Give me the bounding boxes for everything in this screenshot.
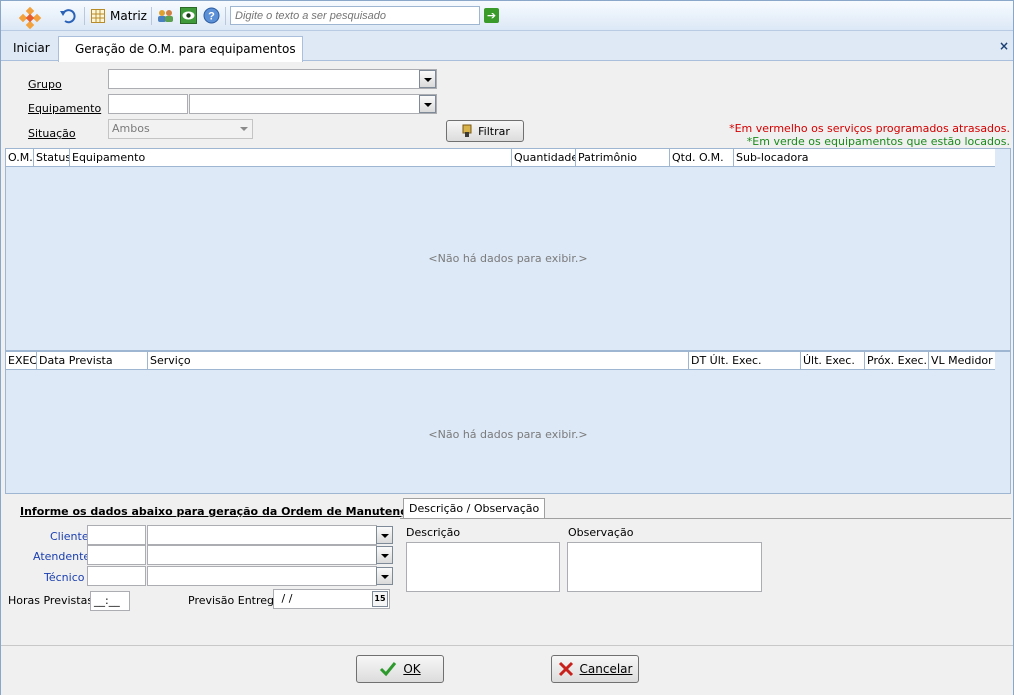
rented-equipment-note: *Em verde os equipamentos que estão loca… (746, 135, 1010, 148)
col-ult-exec[interactable]: Últ. Exec. (801, 352, 865, 370)
col-equipamento[interactable]: Equipamento (70, 149, 512, 167)
calendar-icon[interactable]: 15 (372, 591, 388, 607)
filtrar-label: Filtrar (478, 124, 510, 138)
services-grid-header: EXEC Data Prevista Serviço DT Últ. Exec.… (6, 352, 995, 370)
om-form-panel: Informe os dados abaixo para geração da … (4, 494, 1012, 646)
check-icon (380, 662, 397, 677)
late-services-note: *Em vermelho os serviços programados atr… (729, 122, 1010, 135)
ok-label: OK (403, 662, 421, 676)
observacao-textarea[interactable] (567, 542, 762, 592)
x-icon (558, 661, 573, 677)
grid-icon (91, 9, 105, 23)
tab-geracao-om[interactable]: Geração de O.M. para equipamentos (58, 36, 303, 62)
matriz-button[interactable]: Matriz (91, 6, 147, 26)
cancel-button[interactable]: Cancelar (551, 655, 639, 683)
tecnico-dropdown-button[interactable] (376, 567, 393, 585)
cliente-dropdown-button[interactable] (376, 526, 393, 544)
filtrar-button[interactable]: Filtrar (446, 120, 524, 142)
om-form-title: Informe os dados abaixo para geração da … (20, 505, 427, 518)
atendente-dropdown-button[interactable] (376, 546, 393, 564)
equipamento-label: Equipamento (28, 102, 102, 115)
equipamento-dropdown-button[interactable] (419, 95, 436, 113)
svg-text:?: ? (208, 11, 215, 23)
chevron-down-icon (240, 127, 248, 131)
close-tab-icon[interactable]: × (999, 39, 1009, 53)
col-dt-ult-exec[interactable]: DT Últ. Exec. (689, 352, 801, 370)
equipamento-code-input[interactable] (108, 94, 188, 114)
ok-button[interactable]: OK (356, 655, 444, 683)
tecnico-code-input[interactable] (87, 566, 146, 586)
matriz-label: Matriz (110, 9, 147, 23)
observacao-label: Observação (568, 526, 634, 539)
cliente-label: Cliente (50, 530, 89, 543)
users-icon[interactable] (157, 8, 174, 24)
col-servico[interactable]: Serviço (148, 352, 689, 370)
previsao-entrega-label: Previsão Entrega (188, 594, 281, 607)
tab-descricao-observacao[interactable]: Descrição / Observação (403, 498, 546, 518)
services-grid-empty: <Não há dados para exibir.> (428, 428, 588, 441)
col-om[interactable]: O.M. (6, 149, 34, 167)
dialog-footer: OK Cancelar (1, 645, 1013, 695)
grupo-label: Grupo (28, 78, 62, 91)
help-icon[interactable]: ? (203, 7, 220, 24)
col-data-prevista[interactable]: Data Prevista (37, 352, 148, 370)
horas-previstas-label: Horas Previstas (8, 594, 94, 607)
search-input[interactable] (230, 6, 480, 25)
cliente-code-input[interactable] (87, 525, 146, 545)
services-grid[interactable]: EXEC Data Prevista Serviço DT Últ. Exec.… (5, 351, 1011, 494)
situacao-select[interactable]: Ambos (108, 119, 253, 139)
col-qtd-om[interactable]: Qtd. O.M. (670, 149, 734, 167)
atendente-code-input[interactable] (87, 545, 146, 565)
col-prox-exec[interactable]: Próx. Exec. (865, 352, 929, 370)
atendente-label: Atendente (33, 550, 91, 563)
col-quantidade[interactable]: Quantidade (512, 149, 576, 167)
tab-strip: Iniciar Geração de O.M. para equipamento… (1, 31, 1013, 62)
situacao-label: Situação (28, 127, 76, 140)
main-window: Matriz ? ➔ Iniciar Geração de O.M. para … (0, 0, 1014, 695)
cancel-label: Cancelar (579, 662, 633, 676)
go-arrow-icon[interactable]: ➔ (484, 8, 499, 23)
tecnico-label: Técnico (44, 571, 85, 584)
tecnico-name-input[interactable] (147, 566, 377, 586)
equipment-grid[interactable]: O.M. Status Equipamento Quantidade Patri… (5, 148, 1011, 351)
col-status[interactable]: Status (34, 149, 70, 167)
atendente-name-input[interactable] (147, 545, 377, 565)
descricao-label: Descrição (406, 526, 461, 539)
content-area: Grupo Equipamento Situação Ambos Filtrar… (4, 62, 1012, 646)
equipment-grid-header: O.M. Status Equipamento Quantidade Patri… (6, 149, 995, 167)
grupo-select[interactable] (108, 69, 437, 89)
filter-icon (462, 124, 472, 137)
equipment-grid-empty: <Não há dados para exibir.> (428, 252, 588, 265)
cliente-name-input[interactable] (147, 525, 377, 545)
horas-previstas-input[interactable]: __:__ (90, 591, 130, 611)
col-exec[interactable]: EXEC (6, 352, 37, 370)
equipamento-name-input[interactable] (189, 94, 437, 114)
undo-icon[interactable] (59, 7, 77, 25)
toolbar: Matriz ? ➔ (1, 1, 1013, 31)
tab-iniciar[interactable]: Iniciar (5, 38, 58, 60)
col-vl-medidor[interactable]: VL Medidor (929, 352, 995, 370)
descricao-textarea[interactable] (406, 542, 560, 592)
col-sub-locadora[interactable]: Sub-locadora (734, 149, 995, 167)
eye-icon[interactable] (180, 7, 197, 24)
grupo-dropdown-button[interactable] (419, 70, 436, 88)
situacao-value: Ambos (112, 122, 150, 135)
col-patrimonio[interactable]: Patrimônio (576, 149, 670, 167)
